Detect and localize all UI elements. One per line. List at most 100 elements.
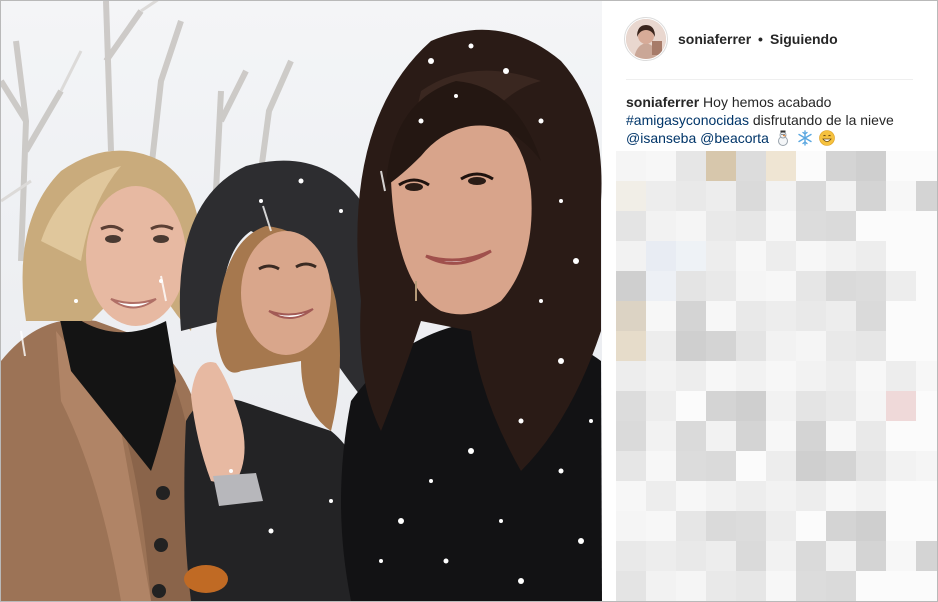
mosaic-cell	[826, 481, 857, 512]
mention-link-2[interactable]: @beacorta	[700, 130, 769, 146]
mosaic-cell	[796, 451, 827, 482]
hashtag-link[interactable]: #amigasyconocidas	[626, 112, 749, 128]
mosaic-cell	[886, 301, 917, 332]
mosaic-cell	[886, 241, 917, 272]
mosaic-cell	[766, 331, 797, 362]
mosaic-cell	[616, 421, 647, 452]
mosaic-cell	[766, 271, 797, 302]
mosaic-cell	[766, 541, 797, 572]
mosaic-cell	[706, 151, 737, 182]
mosaic-cell	[616, 481, 647, 512]
mosaic-cell	[916, 511, 937, 542]
mosaic-cell	[826, 271, 857, 302]
mosaic-cell	[706, 571, 737, 601]
caption-username[interactable]: soniaferrer	[626, 94, 699, 110]
snowman-icon	[775, 130, 791, 146]
mosaic-cell	[856, 361, 887, 392]
mosaic-cell	[886, 391, 917, 422]
mosaic-cell	[886, 331, 917, 362]
mosaic-cell	[706, 331, 737, 362]
mosaic-cell	[886, 211, 917, 242]
mosaic-cell	[796, 271, 827, 302]
mosaic-cell	[826, 331, 857, 362]
smiling-face-icon	[818, 130, 835, 146]
mosaic-cell	[706, 241, 737, 272]
mosaic-cell	[676, 571, 707, 601]
mosaic-cell	[886, 481, 917, 512]
mosaic-cell	[796, 511, 827, 542]
mosaic-cell	[886, 361, 917, 392]
middle-face	[241, 231, 331, 355]
mention-link-1[interactable]: @isanseba	[626, 130, 696, 146]
mosaic-cell	[916, 181, 937, 212]
mosaic-cell	[676, 241, 707, 272]
mosaic-cell	[736, 151, 767, 182]
mosaic-cell	[766, 511, 797, 542]
mosaic-cell	[676, 331, 707, 362]
mosaic-cell	[676, 451, 707, 482]
mosaic-cell	[856, 421, 887, 452]
mosaic-cell	[886, 541, 917, 572]
mosaic-cell	[646, 481, 677, 512]
mosaic-cell	[796, 181, 827, 212]
mosaic-cell	[676, 391, 707, 422]
mosaic-cell	[616, 271, 647, 302]
mosaic-cell	[676, 421, 707, 452]
mosaic-cell	[796, 151, 827, 182]
mosaic-cell	[676, 361, 707, 392]
mosaic-cell	[616, 181, 647, 212]
mosaic-cell	[886, 571, 917, 601]
username-link[interactable]: soniaferrer	[678, 31, 751, 47]
mosaic-cell	[676, 511, 707, 542]
mosaic-cell	[856, 211, 887, 242]
mosaic-cell	[856, 151, 887, 182]
mosaic-cell	[616, 391, 647, 422]
following-button[interactable]: Siguiendo	[770, 31, 838, 47]
mosaic-cell	[826, 541, 857, 572]
mosaic-cell	[916, 481, 937, 512]
post-header: soniaferrer • Siguiendo	[602, 1, 937, 79]
mosaic-cell	[736, 571, 767, 601]
mosaic-cell	[646, 181, 677, 212]
mosaic-cell	[646, 421, 677, 452]
mosaic-cell	[616, 451, 647, 482]
mosaic-cell	[706, 181, 737, 212]
mosaic-cell	[856, 271, 887, 302]
mosaic-cell	[886, 151, 917, 182]
mosaic-cell	[856, 511, 887, 542]
post-photo[interactable]	[1, 1, 602, 601]
mosaic-cell	[736, 241, 767, 272]
avatar[interactable]	[626, 19, 666, 59]
mosaic-cell	[886, 271, 917, 302]
mosaic-cell	[886, 181, 917, 212]
caption-text-2: disfrutando de la nieve	[752, 112, 894, 128]
mosaic-cell	[736, 301, 767, 332]
selfie-image	[1, 1, 602, 601]
mosaic-cell	[856, 181, 887, 212]
mosaic-cell	[916, 571, 937, 601]
mosaic-cell	[886, 451, 917, 482]
mosaic-cell	[676, 481, 707, 512]
mosaic-cell	[916, 361, 937, 392]
mosaic-cell	[916, 271, 937, 302]
mosaic-cell	[616, 541, 647, 572]
mosaic-cell	[796, 211, 827, 242]
mosaic-cell	[736, 331, 767, 362]
mosaic-cell	[856, 541, 887, 572]
mosaic-cell	[736, 361, 767, 392]
instagram-post-window: soniaferrer • Siguiendo soniaferrer Hoy …	[0, 0, 938, 602]
header-separator: •	[758, 31, 763, 47]
mosaic-cell	[856, 301, 887, 332]
mosaic-cell	[826, 211, 857, 242]
mosaic-cell	[646, 511, 677, 542]
mosaic-cell	[916, 151, 937, 182]
mosaic-cell	[796, 301, 827, 332]
mosaic-cell	[646, 391, 677, 422]
mosaic-cell	[616, 241, 647, 272]
mosaic-cell	[616, 511, 647, 542]
mosaic-cell	[766, 151, 797, 182]
mosaic-cell	[616, 331, 647, 362]
mosaic-cell	[676, 151, 707, 182]
mosaic-cell	[766, 451, 797, 482]
mosaic-cell	[616, 571, 647, 601]
